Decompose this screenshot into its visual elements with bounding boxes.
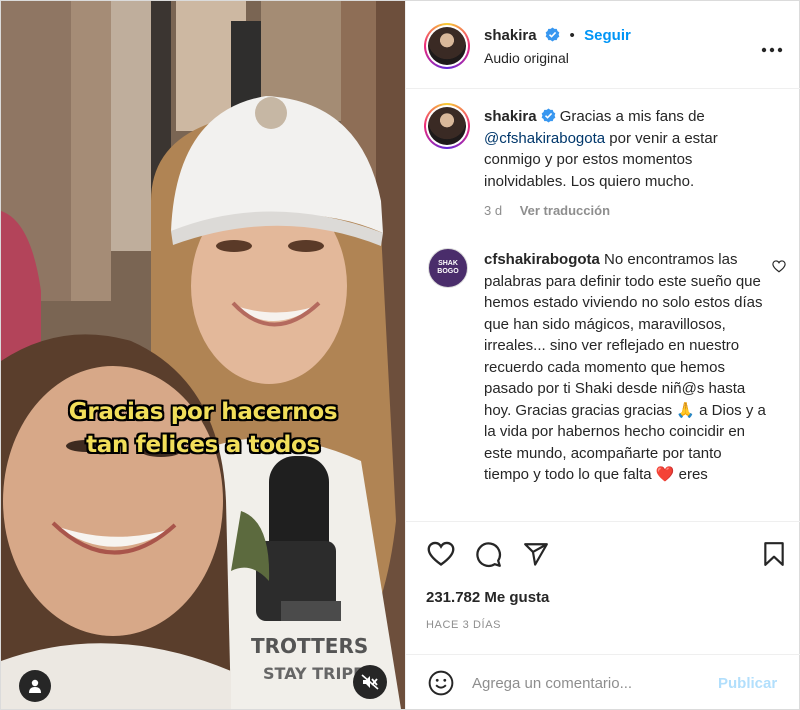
verified-badge-icon xyxy=(545,27,560,42)
caption-author-avatar[interactable] xyxy=(424,103,470,149)
header-author-line: shakira • Seguir xyxy=(484,27,631,45)
svg-text:STAY TRIPP: STAY TRIPP xyxy=(263,664,365,683)
video-frame: TROTTERS STAY TRIPP xyxy=(1,1,405,709)
user-tag-icon xyxy=(29,679,41,693)
comment-button[interactable] xyxy=(475,541,502,573)
comment-input[interactable]: Agrega un comentario... xyxy=(472,675,632,692)
caption-meta: 3 d Ver traducción xyxy=(484,203,610,218)
mute-toggle-button[interactable] xyxy=(353,665,387,699)
share-button[interactable] xyxy=(523,541,549,572)
more-options-button[interactable] xyxy=(761,37,783,58)
caption-time[interactable]: 3 d xyxy=(484,203,502,218)
post-timestamp[interactable]: HACE 3 DÍAS xyxy=(426,619,501,631)
post-header: shakira • Seguir Audio original xyxy=(406,1,800,89)
muted-speaker-icon xyxy=(361,674,379,690)
commenter-avatar-label: SHAK BOGO xyxy=(437,260,459,275)
comments-list[interactable]: shakira Gracias a mis fans de @cfshakira… xyxy=(406,90,800,520)
follow-button[interactable]: Seguir xyxy=(584,27,631,44)
save-button[interactable] xyxy=(763,541,785,572)
heart-outline-icon xyxy=(772,260,786,273)
dot-separator: • xyxy=(569,27,575,44)
commenter-avatar[interactable]: SHAK BOGO xyxy=(428,248,468,288)
video-caption-line-2: tan felices a todos xyxy=(86,432,320,458)
emoji-button[interactable] xyxy=(428,670,454,701)
publish-button[interactable]: Publicar xyxy=(718,675,777,692)
video-caption-line-1: Gracias por hacernos xyxy=(68,399,338,425)
heart-outline-icon xyxy=(427,541,455,566)
post-actions-section: 231.782 Me gusta HACE 3 DÍAS Agrega un c… xyxy=(406,521,800,710)
post-media-video[interactable]: TROTTERS STAY TRIPP Gracias por hacernos… xyxy=(1,1,405,709)
user-tag-button[interactable] xyxy=(19,670,51,702)
svg-text:TROTTERS: TROTTERS xyxy=(251,634,368,658)
post-caption: shakira Gracias a mis fans de @cfshakira… xyxy=(484,106,774,192)
instagram-post: TROTTERS STAY TRIPP Gracias por hacernos… xyxy=(0,0,800,710)
author-username[interactable]: shakira xyxy=(484,27,537,44)
comment-item: cfshakirabogota No encontramos las palab… xyxy=(484,249,766,486)
post-details-panel: shakira • Seguir Audio original shakira … xyxy=(405,1,800,710)
translate-link[interactable]: Ver traducción xyxy=(520,203,610,218)
comment-icon xyxy=(476,542,502,568)
caption-text-start: Gracias a mis fans de xyxy=(555,108,705,125)
emoji-icon xyxy=(428,670,454,696)
more-horizontal-icon xyxy=(761,47,783,53)
share-icon xyxy=(524,543,548,566)
comment-username[interactable]: cfshakirabogota xyxy=(484,251,600,268)
comment-like-button[interactable] xyxy=(772,260,786,278)
add-comment-bar: Agrega un comentario... Publicar xyxy=(406,654,800,710)
caption-mention-link[interactable]: @cfshakirabogota xyxy=(484,130,605,147)
bookmark-icon xyxy=(764,542,784,566)
author-avatar[interactable] xyxy=(424,23,470,69)
comment-text: No encontramos las palabras para definir… xyxy=(484,251,766,483)
audio-label[interactable]: Audio original xyxy=(484,50,569,66)
caption-username[interactable]: shakira xyxy=(484,108,537,125)
verified-badge-icon xyxy=(541,108,555,123)
like-button[interactable] xyxy=(427,541,455,572)
like-count[interactable]: 231.782 Me gusta xyxy=(426,589,549,606)
